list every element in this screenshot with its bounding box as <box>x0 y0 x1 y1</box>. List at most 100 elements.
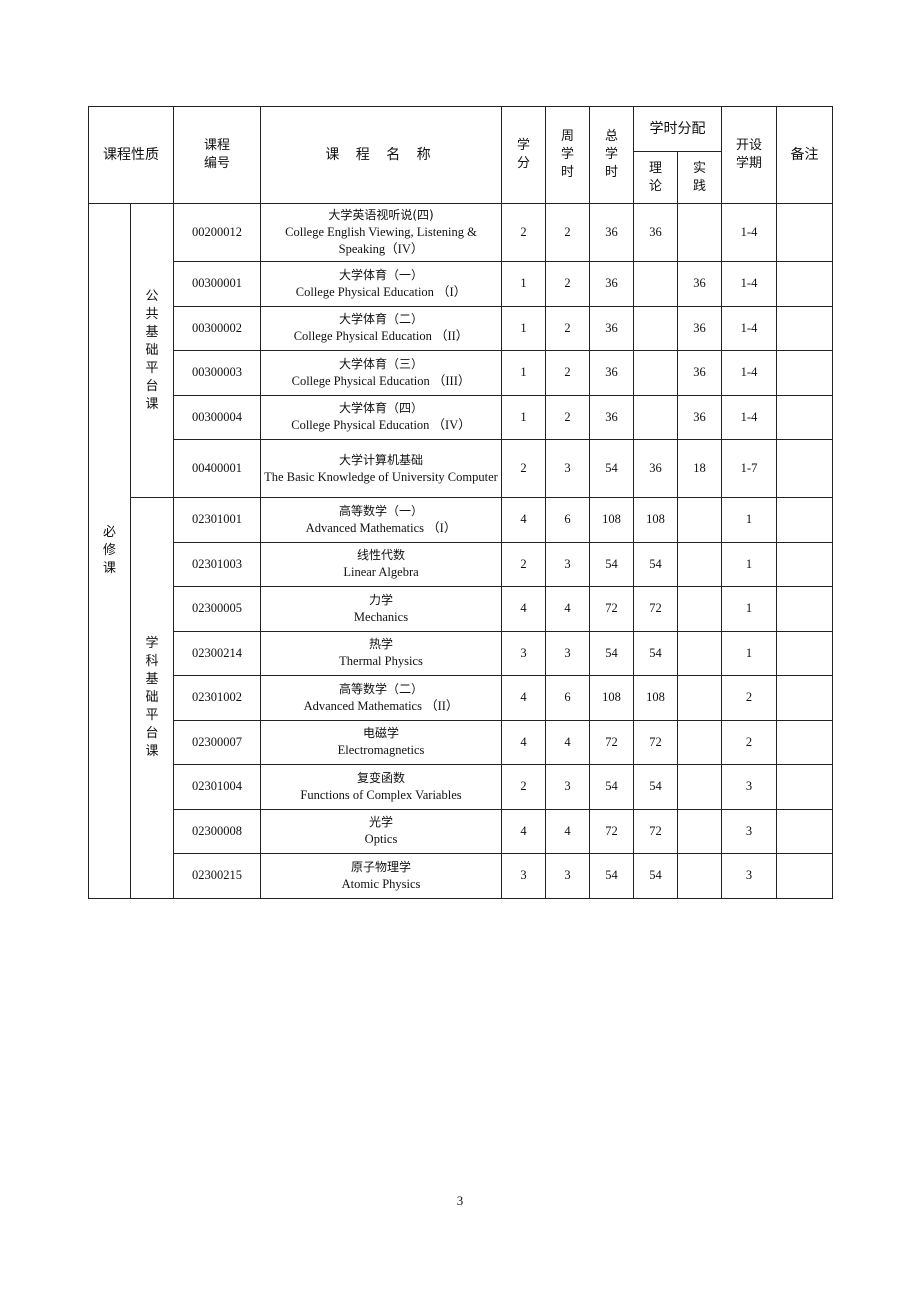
table-row: 00300001 大学体育（一） College Physical Educatio… <box>89 261 833 307</box>
table-row: 02301003 线性代数 Linear Algebra 2 3 54 54 1 <box>89 541 833 587</box>
course-credits: 2 <box>501 541 546 587</box>
course-practice <box>677 586 722 632</box>
course-name-cn: 原子物理学 <box>350 859 411 874</box>
header-row-top: 课程性质 课程编号 课 程 名 称 学分 周学时 总学时 学时分配 开设学期 备… <box>88 106 833 204</box>
curriculum-table: 课程性质 课程编号 课 程 名 称 学分 周学时 总学时 学时分配 开设学期 备… <box>88 106 833 899</box>
course-weekly: 4 <box>545 808 590 854</box>
course-remarks <box>776 675 833 721</box>
table-row: 00300004 大学体育（四） College Physical Educatio… <box>89 394 833 440</box>
course-weekly: 4 <box>545 719 590 765</box>
course-semester: 3 <box>721 808 777 854</box>
course-code: 00300001 <box>173 261 261 307</box>
course-semester: 1-4 <box>721 305 777 351</box>
course-name: 大学体育（一） College Physical Education （I） <box>260 261 502 307</box>
course-credits: 4 <box>501 675 546 721</box>
course-total: 72 <box>589 808 634 854</box>
course-weekly: 3 <box>545 630 590 676</box>
course-total: 36 <box>589 350 634 396</box>
course-weekly: 3 <box>545 439 590 498</box>
course-name-en: Atomic Physics <box>341 876 421 891</box>
course-weekly: 6 <box>545 675 590 721</box>
course-total: 54 <box>589 439 634 498</box>
course-name: 大学体育（四） College Physical Education （IV） <box>260 394 502 440</box>
table-row: 02300215 原子物理学 Atomic Physics 3 3 54 54 3 <box>89 853 833 899</box>
course-theory <box>633 261 678 307</box>
course-code: 02300214 <box>173 630 261 676</box>
course-semester: 2 <box>721 719 777 765</box>
table-row: 02300214 热学 Thermal Physics 3 3 54 54 1 <box>89 630 833 676</box>
course-credits: 4 <box>501 497 546 543</box>
course-code: 02301003 <box>173 541 261 587</box>
course-credits: 2 <box>501 764 546 810</box>
course-total: 54 <box>589 630 634 676</box>
course-code: 02300215 <box>173 853 261 899</box>
course-code: 02301001 <box>173 497 261 543</box>
course-semester: 1-4 <box>721 394 777 440</box>
course-total: 36 <box>589 261 634 307</box>
course-theory <box>633 350 678 396</box>
course-name-en: The Basic Knowledge of University Comput… <box>264 469 498 484</box>
course-weekly: 6 <box>545 497 590 543</box>
course-name-cn: 热学 <box>368 637 393 652</box>
course-remarks <box>776 261 833 307</box>
course-credits: 1 <box>501 350 546 396</box>
course-total: 108 <box>589 497 634 543</box>
course-remarks <box>776 439 833 498</box>
table-row: 学科基础平台课 02301001 高等数学（一） Advanced Mathemati… <box>89 497 833 899</box>
course-name: 力学 Mechanics <box>260 586 502 632</box>
course-name-en: Mechanics <box>353 609 409 624</box>
course-name-cn: 大学体育（一） <box>338 267 423 282</box>
course-weekly: 3 <box>545 541 590 587</box>
course-name-cn: 力学 <box>368 592 393 607</box>
group-label-cell: 学科基础平台课 <box>130 497 174 899</box>
course-name-cn: 光学 <box>368 815 393 830</box>
course-credits: 2 <box>501 439 546 498</box>
course-code: 00300004 <box>173 394 261 440</box>
course-weekly: 2 <box>545 261 590 307</box>
course-practice <box>677 719 722 765</box>
course-name: 大学计算机基础 The Basic Knowledge of University… <box>260 439 502 498</box>
course-theory: 54 <box>633 630 678 676</box>
course-code: 00300002 <box>173 305 261 351</box>
course-remarks <box>776 203 833 262</box>
header-hours-allocation: 学时分配 <box>633 106 722 152</box>
course-semester: 1 <box>721 497 777 543</box>
course-weekly: 2 <box>545 203 590 262</box>
course-name-en: Functions of Complex Variables <box>300 787 462 802</box>
course-theory: 72 <box>633 586 678 632</box>
course-theory: 36 <box>633 439 678 498</box>
course-credits: 2 <box>501 203 546 262</box>
course-weekly: 2 <box>545 350 590 396</box>
course-theory: 108 <box>633 675 678 721</box>
course-total: 36 <box>589 394 634 440</box>
course-semester: 2 <box>721 675 777 721</box>
course-practice <box>677 675 722 721</box>
header-name: 课 程 名 称 <box>260 106 502 204</box>
course-semester: 1-7 <box>721 439 777 498</box>
course-theory: 72 <box>633 808 678 854</box>
course-practice: 36 <box>677 350 722 396</box>
course-remarks <box>776 541 833 587</box>
course-name-en: College Physical Education （III） <box>291 373 471 388</box>
course-name-cn: 大学英语视听说(四) <box>328 208 434 222</box>
course-remarks <box>776 853 833 899</box>
course-practice <box>677 541 722 587</box>
page-number: 3 <box>456 1193 464 1208</box>
table-row: 00400001 大学计算机基础 The Basic Knowledge of Un… <box>89 439 833 498</box>
course-name-en: College Physical Education （IV） <box>291 418 471 433</box>
course-name-en: College English Viewing, Listening & Spe… <box>285 225 477 256</box>
category-cell: 必修课 <box>88 203 131 899</box>
course-remarks <box>776 350 833 396</box>
course-theory: 54 <box>633 764 678 810</box>
course-weekly: 4 <box>545 586 590 632</box>
course-practice: 18 <box>677 439 722 498</box>
course-name: 大学体育（二） College Physical Education （II） <box>260 305 502 351</box>
course-practice <box>677 853 722 899</box>
course-total: 36 <box>589 305 634 351</box>
course-practice <box>677 630 722 676</box>
course-name: 高等数学（一） Advanced Mathematics （I） <box>260 497 502 543</box>
table-row: 02300008 光学 Optics 4 4 72 72 3 <box>89 808 833 854</box>
group-label-cell: 公共基础平台课 <box>130 203 174 498</box>
header-theory: 理论 <box>633 151 678 204</box>
course-theory: 54 <box>633 853 678 899</box>
